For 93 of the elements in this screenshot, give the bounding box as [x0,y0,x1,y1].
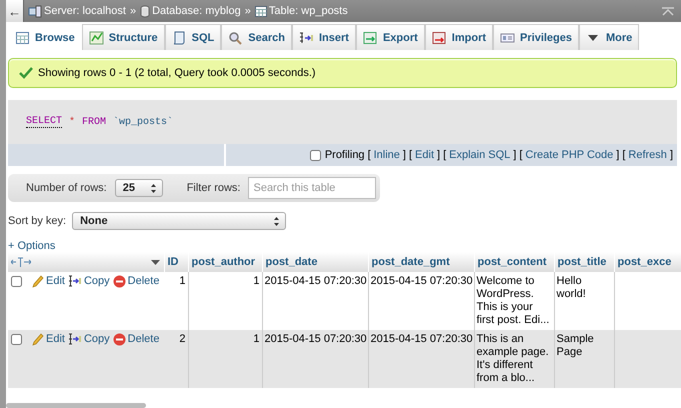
copy-icon [68,333,82,346]
bracket: [ [519,149,522,161]
column-header[interactable]: post_author [188,252,262,272]
tab[interactable]: More [579,24,640,50]
bracket: ] [513,149,516,161]
sort-select[interactable]: None [72,212,286,230]
query-link[interactable]: Inline [374,149,400,161]
pencil-icon [31,333,44,346]
tab[interactable]: Insert [292,24,356,50]
delete-icon [112,333,126,346]
search-icon [228,30,244,44]
query-link[interactable]: Refresh [628,149,667,161]
rows-label: Number of rows: [26,182,107,194]
table-cell: Welcome to WordPress. This is your first post. Edi... [474,272,554,330]
table-cell: 1 [188,330,262,388]
bracket: ] [670,149,673,161]
column-header[interactable]: post_date [262,252,368,272]
spinner-icon [273,216,280,226]
column-header[interactable]: post_content [474,252,554,272]
table-icon [254,4,267,18]
checkmark-icon [19,67,33,79]
copy-link[interactable]: Copy [68,275,110,288]
table-cell: 1 [188,272,262,330]
sort-label: Sort by key: [8,215,66,227]
column-header[interactable]: post_title [554,252,614,272]
query-link[interactable]: Create PHP Code [525,149,614,161]
table-cell: 1 [164,272,188,330]
bracket: [ [408,149,412,161]
table-cell: 2015-04-15 07:20:30 [262,330,368,388]
tab[interactable]: Structure [82,24,165,50]
bracket: [ [443,149,446,161]
spinner-icon [150,182,157,194]
table-cell: 2015-04-15 07:20:30 [368,272,474,330]
back-button[interactable]: ← [6,0,24,22]
options-link[interactable]: + Options [8,240,56,252]
table-cell: 2015-04-15 07:20:30 [368,330,474,388]
profiling-label: Profiling [324,149,365,161]
column-resize-icon [11,256,31,268]
breadcrumb-link[interactable]: Database: myblog [152,5,241,17]
tab[interactable]: Privileges [493,24,580,50]
sql-keyword: SELECT [26,116,62,128]
database-icon [140,4,150,18]
rows-select[interactable]: 25 [114,179,163,197]
delete-link[interactable]: Delete [112,333,160,346]
row-checkbox[interactable] [11,276,22,287]
column-header[interactable]: post_date_gmt [368,252,474,272]
edit-link[interactable]: Edit [31,333,65,346]
breadcrumb-link[interactable]: Table: wp_posts [268,5,348,17]
copy-icon [68,275,82,288]
bracket: [ [368,149,371,161]
browse-icon [15,30,30,44]
bracket: [ [622,149,626,161]
table-cell: Hello world! [554,272,614,330]
column-header[interactable]: ID [164,252,188,272]
query-link[interactable]: Edit [415,149,434,161]
privileges-icon [500,30,516,44]
pencil-icon [31,275,44,288]
table-cell: Sample Page [554,330,614,388]
table-cell: 2 [164,330,188,388]
delete-link[interactable]: Delete [112,275,160,288]
import-icon [432,30,447,44]
message-text: Showing rows 0 - 1 (2 total, Query took 0.0005 seconds.) [38,67,316,79]
tab[interactable]: Search [221,24,292,50]
sql-icon [172,30,187,44]
tab[interactable]: SQL [164,24,222,50]
column-header[interactable]: post_exce [614,252,681,272]
structure-icon [88,30,104,44]
profiling-checkbox[interactable] [310,150,321,160]
sql-keyword: FROM [82,116,106,128]
copy-link[interactable]: Copy [68,333,110,346]
table-cell: 2015-04-15 07:20:30 [262,272,368,330]
breadcrumb-separator: » [244,5,251,17]
row-checkbox[interactable] [11,334,22,345]
bracket: ] [402,149,406,161]
sql-identifier: `wp_posts` [113,116,174,128]
bracket: ] [616,149,620,161]
breadcrumb-link[interactable]: Server: localhost [44,5,126,17]
filter-label: Filter rows: [186,182,240,194]
export-icon [362,30,378,44]
tab[interactable]: Import [424,24,494,50]
server-icon [28,4,42,18]
delete-icon [112,275,126,288]
collapse-icon [661,5,675,17]
query-link[interactable]: Explain SQL [449,149,510,161]
breadcrumb-separator: » [130,5,136,17]
table-cell: This is an example page. It's different from a blo... [474,330,554,388]
insert-icon [298,30,314,44]
caret-icon [150,258,160,266]
tab[interactable]: Export [356,24,425,50]
sql-operator: * [69,116,76,128]
filter-field[interactable]: Search this table [248,177,376,199]
edit-link[interactable]: Edit [31,275,65,288]
bracket: ] [437,149,440,161]
